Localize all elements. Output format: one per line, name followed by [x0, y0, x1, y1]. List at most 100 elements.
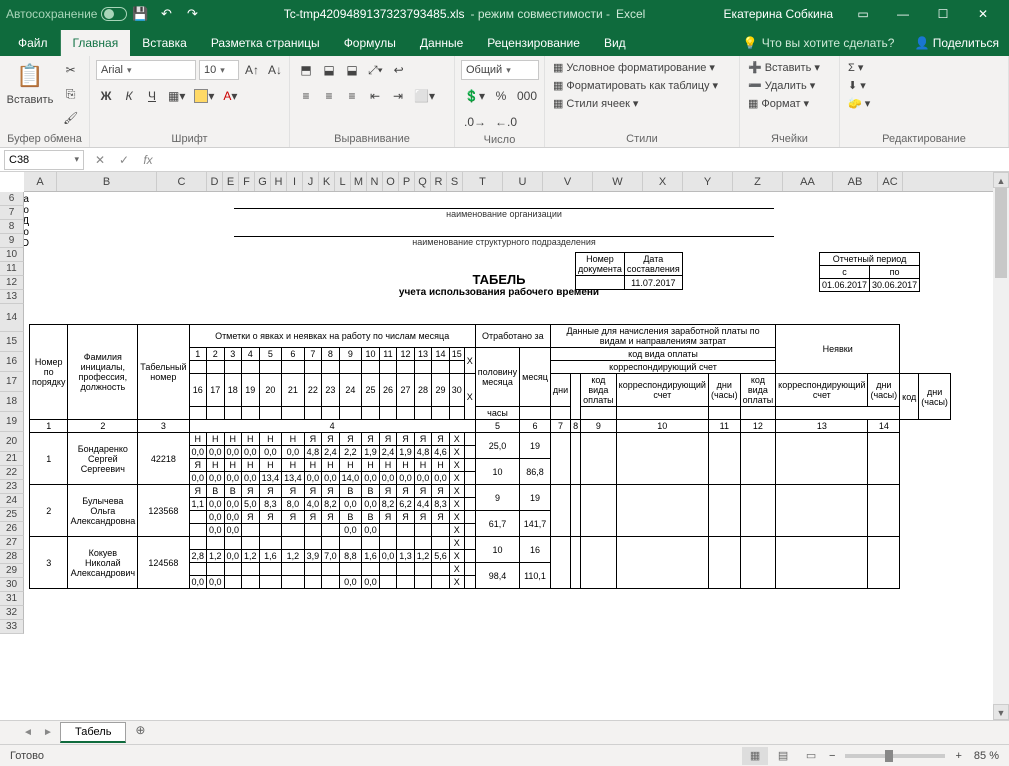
align-center-icon[interactable]: ≡ [319, 86, 339, 106]
maximize-icon[interactable]: ☐ [923, 0, 963, 28]
group-clipboard: Буфер обмена [6, 131, 83, 145]
redo-icon[interactable]: ↷ [179, 1, 205, 27]
doc-title: ТАБЕЛЬ [339, 272, 659, 287]
zoom-level: 85 % [974, 750, 999, 762]
timesheet-table: Номер по порядкуФамилия инициалы, профес… [29, 324, 951, 589]
undo-icon[interactable]: ↶ [153, 1, 179, 27]
group-number: Число [461, 132, 538, 146]
decrease-font-icon[interactable]: A↓ [265, 60, 285, 80]
sheet-content[interactable]: Форма по ОКУД по ОКПО наименование орган… [24, 192, 993, 720]
align-left-icon[interactable]: ≡ [296, 86, 316, 106]
wrap-text-icon[interactable]: ↩ [389, 60, 409, 80]
cut-icon[interactable]: ✂ [60, 60, 81, 80]
sheet-tab-active[interactable]: Табель [60, 722, 126, 743]
status-ready: Готово [10, 750, 44, 762]
format-painter-icon[interactable]: 🖌 [60, 108, 81, 128]
name-box[interactable]: C38 [4, 150, 84, 170]
align-top-icon[interactable]: ⬒ [296, 60, 316, 80]
clear-icon[interactable]: 🧽 ▾ [846, 96, 872, 111]
indent-inc-icon[interactable]: ⇥ [388, 86, 408, 106]
align-right-icon[interactable]: ≡ [342, 86, 362, 106]
orientation-icon[interactable]: ⤢▾ [365, 60, 386, 80]
row-headers[interactable]: 6789101112131415161718192021222324252627… [0, 192, 24, 634]
dec-decimal-icon[interactable]: ←.0 [492, 112, 520, 132]
zoom-in[interactable]: + [955, 750, 961, 762]
user-name[interactable]: Екатерина Собкина [724, 7, 833, 21]
borders-icon[interactable]: ▦▾ [165, 86, 188, 106]
font-name-select[interactable]: Arial [96, 60, 196, 80]
bold-button[interactable]: Ж [96, 86, 116, 106]
spreadsheet-grid[interactable]: ABCDEFGHIJKLMNOPQRSTUVWXYZAAABAC 6789101… [0, 172, 1009, 720]
formula-bar: C38 ✕ ✓ fx [0, 148, 1009, 172]
merge-icon[interactable]: ⬜▾ [411, 86, 438, 106]
italic-button[interactable]: К [119, 86, 139, 106]
align-middle-icon[interactable]: ⬓ [319, 60, 339, 80]
cancel-formula-icon[interactable]: ✕ [88, 153, 112, 167]
group-editing: Редактирование [846, 131, 1002, 145]
group-cells: Ячейки [746, 131, 833, 145]
period-to: 30.06.2017 [870, 279, 920, 292]
doc-subtitle: учета использования рабочего времени [339, 287, 659, 298]
ribbon-tabs: Файл Главная Вставка Разметка страницы Ф… [0, 28, 1009, 56]
ribbon: 📋 Вставить ✂ ⎘ 🖌 Буфер обмена Arial 10 A… [0, 56, 1009, 148]
accept-formula-icon[interactable]: ✓ [112, 153, 136, 167]
tab-formulas[interactable]: Формулы [332, 30, 408, 56]
group-font: Шрифт [96, 131, 283, 145]
number-format-select[interactable]: Общий [461, 60, 539, 80]
format-cells-button[interactable]: ▦ Формат ▾ [746, 96, 811, 111]
vertical-scrollbar[interactable]: ▲▼ [993, 172, 1009, 720]
add-sheet-button[interactable]: ⊕ [130, 723, 150, 743]
paste-button[interactable]: 📋 Вставить [6, 60, 54, 106]
dept-label: наименование структурного подразделения [29, 237, 979, 247]
currency-icon[interactable]: 💲▾ [461, 86, 488, 106]
comma-icon[interactable]: 000 [514, 86, 540, 106]
sheet-nav-next[interactable]: ► [40, 727, 56, 738]
indent-dec-icon[interactable]: ⇤ [365, 86, 385, 106]
view-layout-icon[interactable]: ▤ [770, 747, 796, 765]
format-table-button[interactable]: ▦ Форматировать как таблицу ▾ [551, 78, 720, 93]
cell-styles-button[interactable]: ▦ Стили ячеек ▾ [551, 96, 640, 111]
close-icon[interactable]: ✕ [963, 0, 1003, 28]
sheet-tabs: ◄ ► Табель ⊕ [0, 720, 1009, 744]
cond-format-button[interactable]: ▦ Условное форматирование ▾ [551, 60, 717, 75]
fill-icon[interactable]: ⬇ ▾ [846, 78, 868, 93]
tab-review[interactable]: Рецензирование [475, 30, 592, 56]
tab-home[interactable]: Главная [61, 30, 131, 56]
zoom-out[interactable]: − [829, 750, 835, 762]
autosave-toggle[interactable]: Автосохранение [6, 7, 127, 21]
titlebar: Автосохранение 💾 ↶ ↷ Tc-tmp4209489137323… [0, 0, 1009, 28]
insert-cells-button[interactable]: ➕ Вставить ▾ [746, 60, 822, 75]
autosum-icon[interactable]: Σ ▾ [846, 60, 865, 75]
ribbon-options-icon[interactable]: ▭ [843, 0, 883, 28]
fx-icon[interactable]: fx [136, 153, 160, 167]
tab-view[interactable]: Вид [592, 30, 638, 56]
statusbar: Готово ▦ ▤ ▭ − + 85 % [0, 744, 1009, 766]
percent-icon[interactable]: % [491, 86, 511, 106]
tab-file[interactable]: Файл [6, 30, 61, 56]
copy-icon[interactable]: ⎘ [60, 84, 81, 104]
font-size-select[interactable]: 10 [199, 60, 239, 80]
sheet-nav-prev[interactable]: ◄ [20, 727, 36, 738]
tab-layout[interactable]: Разметка страницы [199, 30, 332, 56]
org-label: наименование организации [29, 209, 979, 219]
align-bottom-icon[interactable]: ⬓ [342, 60, 362, 80]
underline-button[interactable]: Ч [142, 86, 162, 106]
column-headers[interactable]: ABCDEFGHIJKLMNOPQRSTUVWXYZAAABAC [24, 172, 1009, 192]
font-color-icon[interactable]: A▾ [220, 86, 240, 106]
minimize-icon[interactable]: — [883, 0, 923, 28]
view-pagebreak-icon[interactable]: ▭ [798, 747, 824, 765]
tell-me[interactable]: 💡 Что вы хотите сделать? [733, 30, 905, 56]
period-from: 01.06.2017 [820, 279, 870, 292]
tab-data[interactable]: Данные [408, 30, 475, 56]
delete-cells-button[interactable]: ➖ Удалить ▾ [746, 78, 817, 93]
save-icon[interactable]: 💾 [127, 1, 153, 27]
increase-font-icon[interactable]: A↑ [242, 60, 262, 80]
share-button[interactable]: 👤 Поделиться [904, 30, 1009, 56]
fill-color-icon[interactable]: ▾ [191, 86, 217, 106]
inc-decimal-icon[interactable]: .0→ [461, 112, 489, 132]
tab-insert[interactable]: Вставка [130, 30, 199, 56]
group-styles: Стили [551, 131, 733, 145]
formula-input[interactable] [160, 150, 1009, 170]
period-header: Отчетный период [820, 253, 920, 266]
view-normal-icon[interactable]: ▦ [742, 747, 768, 765]
